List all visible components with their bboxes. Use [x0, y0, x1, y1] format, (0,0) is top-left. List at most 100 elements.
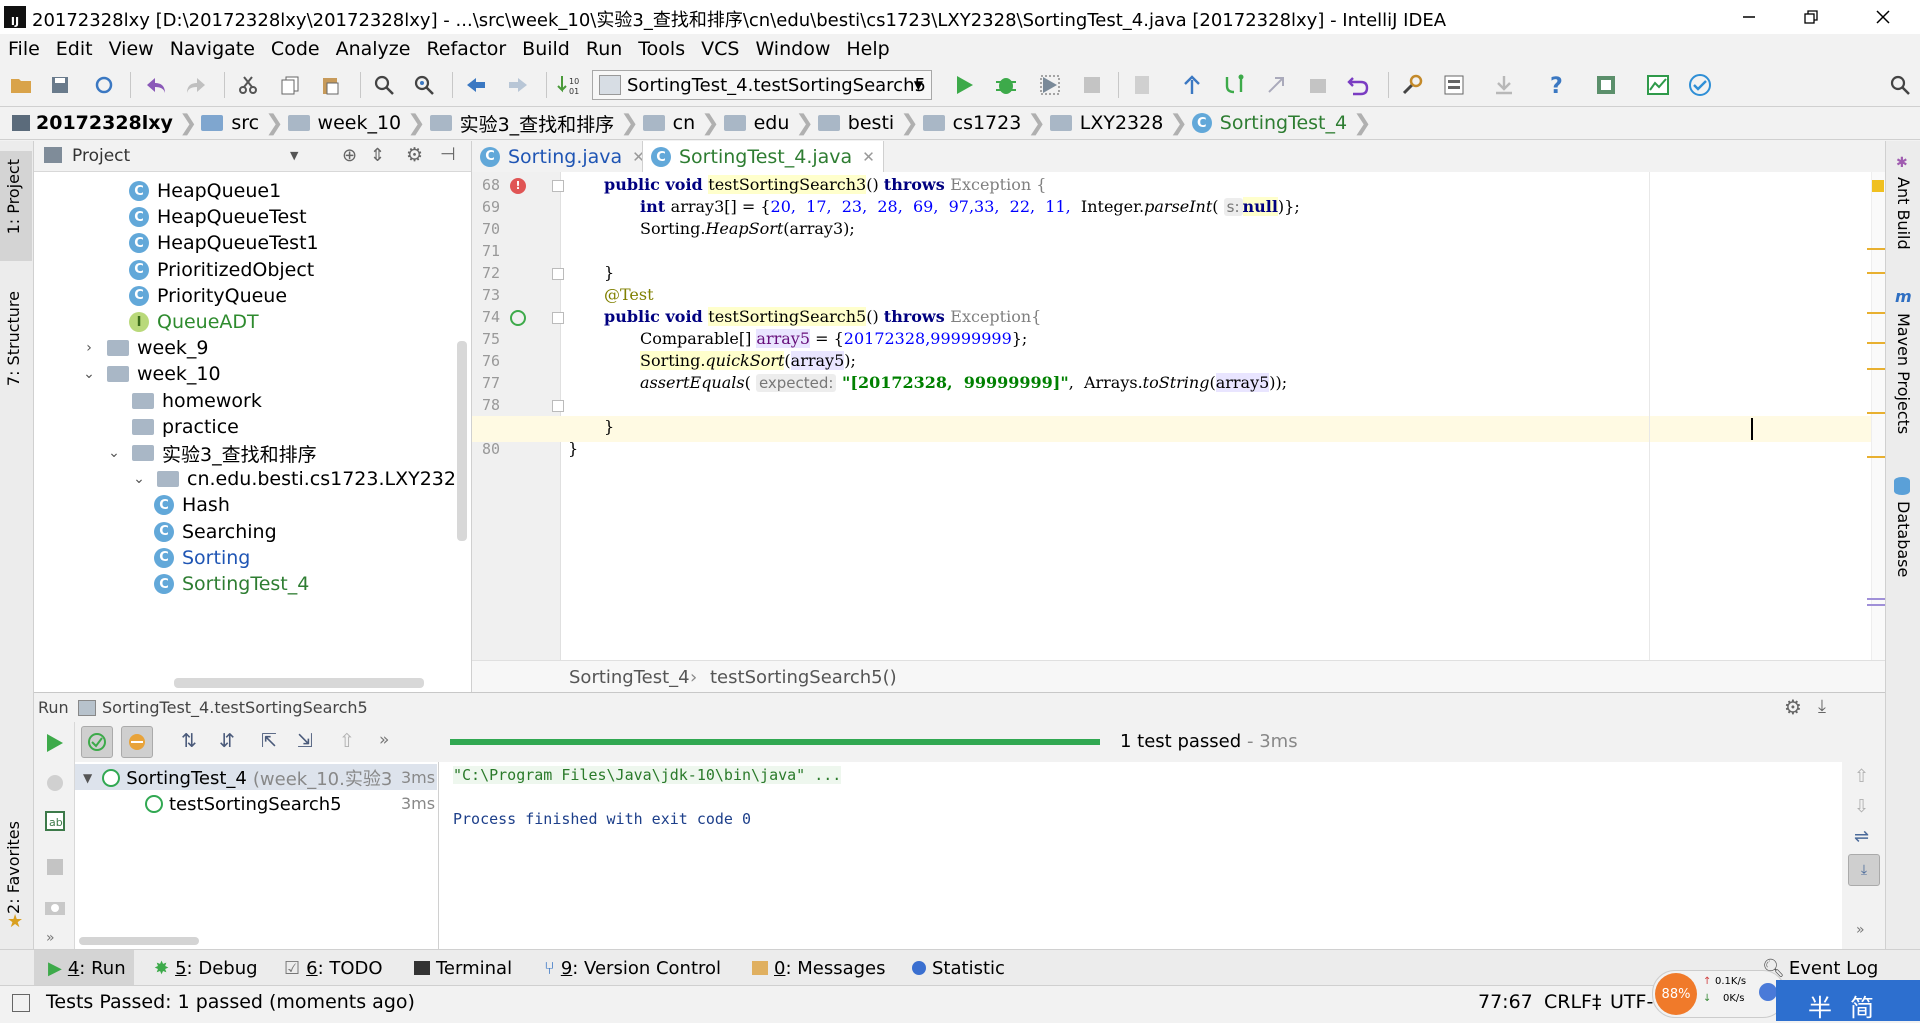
menu-edit[interactable]: Edit: [48, 38, 101, 60]
project-tree-item[interactable]: C HeapQueueTest: [129, 204, 307, 230]
project-tree-item[interactable]: C HeapQueueTest1: [129, 230, 319, 256]
warning-status-icon[interactable]: [1872, 180, 1884, 192]
collapse-all-icon[interactable]: ⇕: [370, 145, 385, 166]
minimize-button[interactable]: [1726, 0, 1772, 34]
menu-vcs[interactable]: VCS: [693, 38, 747, 60]
warning-marker[interactable]: [1867, 272, 1885, 274]
menu-tools[interactable]: Tools: [630, 38, 693, 60]
stop-icon[interactable]: [46, 858, 64, 876]
hide-panel-icon[interactable]: ⤓: [1818, 696, 1826, 717]
expand-all-icon[interactable]: ⇱: [261, 730, 277, 752]
more-icon[interactable]: »: [379, 730, 389, 750]
close-icon[interactable]: ✕: [862, 148, 875, 166]
replace-icon[interactable]: [412, 73, 436, 97]
checkmark-circle-icon[interactable]: [1688, 73, 1712, 97]
database-tool-tab[interactable]: Database: [1894, 501, 1913, 577]
breadcrumb-cn[interactable]: cn ❯: [642, 111, 720, 136]
vertical-scrollbar[interactable]: [457, 341, 467, 541]
coverage-icon[interactable]: [1038, 73, 1062, 97]
vcs-history-icon[interactable]: [1306, 73, 1330, 97]
breadcrumb-lab3[interactable]: 实验3_查找和排序 ❯: [429, 110, 639, 137]
previous-test-icon[interactable]: ⇧: [339, 730, 355, 752]
project-tree-item[interactable]: C PrioritizedObject: [129, 257, 314, 283]
run-test-icon[interactable]: [510, 310, 526, 326]
project-tree-item[interactable]: ⌄ week_10: [79, 361, 220, 387]
fold-marker-icon[interactable]: [552, 400, 564, 412]
locate-icon[interactable]: ⊕: [342, 145, 357, 166]
line-separator[interactable]: CRLF‡: [1544, 991, 1601, 1013]
menu-view[interactable]: View: [101, 38, 162, 60]
search-everywhere-icon[interactable]: [1888, 73, 1912, 97]
breadcrumb-lxy2328[interactable]: LXY2328 ❯: [1049, 111, 1188, 136]
code-editor[interactable]: 68697071727374757677787980 ! public void…: [472, 172, 1886, 660]
tab-version-control[interactable]: ⑂ 9: Version Control: [544, 950, 721, 986]
gear-icon[interactable]: ⚙: [1784, 695, 1802, 719]
project-structure-disabled-icon[interactable]: [1130, 73, 1154, 97]
test-error-icon[interactable]: !: [510, 178, 526, 194]
ime-half-width[interactable]: 半: [1808, 988, 1832, 1023]
fold-marker-icon[interactable]: [552, 268, 564, 280]
menu-code[interactable]: Code: [263, 38, 328, 60]
chevron-down-icon[interactable]: ⌄: [104, 445, 124, 461]
status-message[interactable]: Tests Passed: 1 passed (moments ago): [46, 991, 415, 1013]
settings-wrench-icon[interactable]: [1400, 73, 1424, 97]
project-panel-title[interactable]: Project: [72, 146, 130, 166]
camera-icon[interactable]: [44, 898, 66, 916]
warning-marker[interactable]: [1867, 342, 1885, 344]
chevron-down-icon[interactable]: ▼: [290, 149, 298, 162]
run-configuration-select[interactable]: SortingTest_4.testSortingSearch5 ▼: [592, 70, 932, 100]
test-row-method[interactable]: testSortingSearch5: [145, 792, 342, 816]
warning-marker[interactable]: [1867, 248, 1885, 250]
ant-build-tool-tab[interactable]: Ant Build: [1894, 177, 1913, 250]
warning-marker[interactable]: [1867, 456, 1885, 458]
save-icon[interactable]: [48, 73, 72, 97]
project-tree-item[interactable]: I QueueADT: [129, 309, 259, 335]
tab-debug[interactable]: ✸ 5: Debug: [154, 950, 258, 986]
scroll-down-icon[interactable]: ⇩: [1854, 796, 1869, 817]
project-tree-item[interactable]: ⌄ cn.edu.besti.cs1723.LXY2328: [129, 466, 468, 492]
project-tree-item[interactable]: C HeapQueue1: [129, 178, 281, 204]
chevron-down-icon[interactable]: ⌄: [79, 366, 99, 382]
cut-icon[interactable]: [236, 73, 260, 97]
hide-panel-icon[interactable]: ⊣: [440, 144, 456, 165]
back-icon[interactable]: [464, 73, 488, 97]
scroll-up-icon[interactable]: ⇧: [1854, 766, 1869, 787]
collapse-all-icon[interactable]: ⇲: [297, 730, 313, 752]
download-icon[interactable]: [1492, 73, 1516, 97]
more-icon[interactable]: »: [1856, 922, 1865, 938]
tab-messages[interactable]: 0: Messages: [752, 950, 886, 986]
find-icon[interactable]: [372, 73, 396, 97]
ime-toolbar[interactable]: [1776, 980, 1920, 1021]
sort-alphabetically-icon[interactable]: ⇅: [181, 730, 197, 752]
menu-navigate[interactable]: Navigate: [162, 38, 263, 60]
breadcrumb-src[interactable]: src ❯: [201, 111, 284, 136]
more-icon[interactable]: »: [46, 930, 55, 946]
project-tree-item[interactable]: ⌄ 实验3_查找和排序: [104, 440, 316, 466]
vcs-update-icon[interactable]: [1180, 73, 1204, 97]
debug-icon[interactable]: [994, 73, 1018, 97]
breadcrumb-edu[interactable]: edu ❯: [723, 111, 814, 136]
gear-icon[interactable]: ⚙: [406, 144, 423, 166]
forward-icon[interactable]: [506, 73, 530, 97]
network-widget[interactable]: 88% ↑ 0.1K/s ↓ 0K/s: [1652, 970, 1786, 1018]
menu-help[interactable]: Help: [838, 38, 897, 60]
menu-analyze[interactable]: Analyze: [328, 38, 419, 60]
show-passed-toggle[interactable]: [81, 726, 113, 758]
test-row-suite[interactable]: ▼ SortingTest_4 (week_10.实验3: [83, 766, 392, 791]
copy-icon[interactable]: [278, 73, 302, 97]
ime-simplified[interactable]: 简: [1850, 988, 1874, 1023]
breadcrumb-class[interactable]: SortingTest_4: [569, 667, 690, 688]
breadcrumb-besti[interactable]: besti ❯: [817, 111, 919, 136]
sdk-manager-icon[interactable]: [1594, 73, 1618, 97]
warning-marker[interactable]: [1867, 312, 1885, 314]
scroll-to-end-icon[interactable]: ⤓: [1848, 854, 1880, 886]
soft-wrap-icon[interactable]: ⇌: [1854, 826, 1869, 847]
maven-projects-tool-tab[interactable]: Maven Projects: [1894, 313, 1913, 434]
usage-marker[interactable]: [1867, 604, 1885, 606]
toggle-autotest-icon[interactable]: ab: [44, 810, 66, 832]
build-icon[interactable]: 10 01: [556, 73, 580, 97]
sync-icon[interactable]: [92, 73, 116, 97]
undo-icon[interactable]: [144, 73, 168, 97]
sort-by-duration-icon[interactable]: ⇵: [219, 730, 235, 752]
help-icon[interactable]: ?: [1544, 73, 1568, 97]
